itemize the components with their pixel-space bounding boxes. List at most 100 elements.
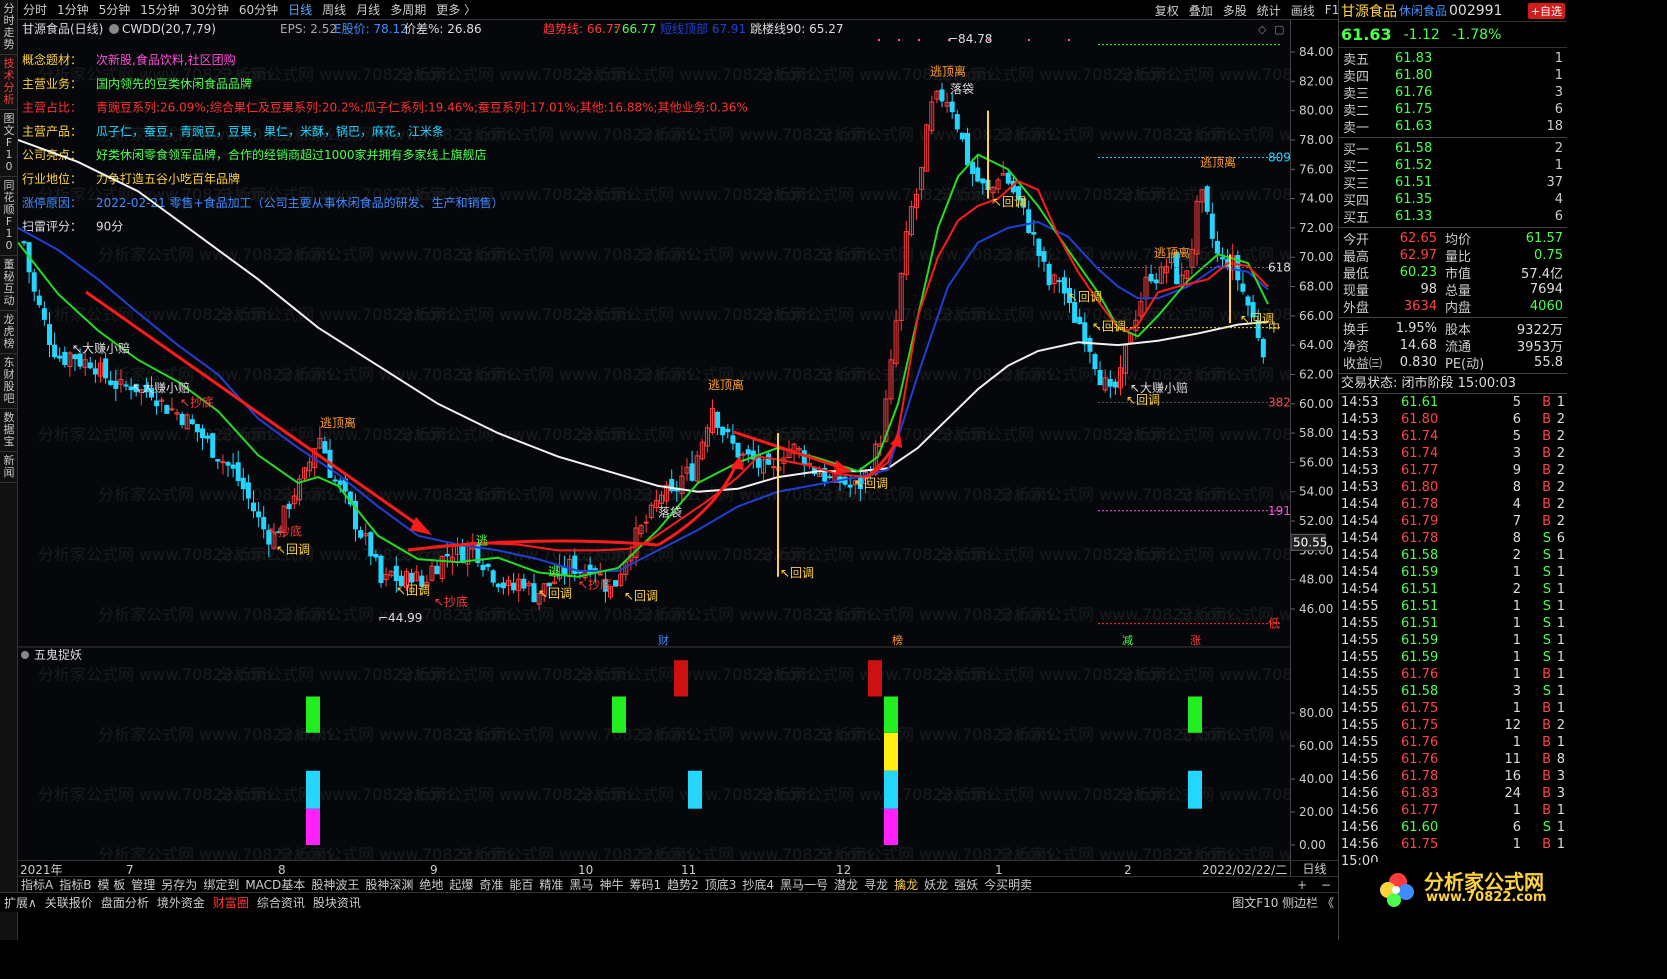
bottom-bar-item[interactable]: 财富圈 <box>213 894 249 911</box>
indicator-tab[interactable]: 模 板 <box>97 876 125 893</box>
indicator-tab[interactable]: 神牛 <box>599 876 623 893</box>
tick-row: 14:55 61.59 1 S 1 <box>1339 649 1567 666</box>
date-label: 2021年 <box>20 863 63 877</box>
timeframe-tab[interactable]: 30分钟 <box>190 1 229 18</box>
indicator-tab[interactable]: 寻龙 <box>864 876 888 893</box>
tick-count: 2 <box>1556 718 1565 733</box>
tool-button[interactable]: 多股 <box>1223 2 1247 19</box>
indicator-tab[interactable]: 妖龙 <box>924 876 948 893</box>
timeframe-tab[interactable]: 分时 <box>23 1 47 18</box>
left-nav-item[interactable]: 图文F10 <box>0 110 18 177</box>
date-label: 8 <box>278 863 286 877</box>
tick-list[interactable]: 14:53 61.61 5 B 1 14:53 61.80 6 B 2 14:53 61.74 5 B 2 1… <box>1339 394 1567 853</box>
timeframe-tab[interactable]: 日线 <box>288 1 312 18</box>
timeframe-tab[interactable]: 15分钟 <box>140 1 179 18</box>
add-favorite-button[interactable]: +自选 <box>1527 2 1565 19</box>
left-nav-item[interactable]: 同花顺F10 <box>0 177 18 256</box>
indicator-tab[interactable]: 抄底4 <box>742 876 774 893</box>
price-diff-label: 价差%: 26.86 <box>404 22 482 36</box>
tick-row: 14:53 61.77 9 B 2 <box>1339 462 1567 479</box>
timeframe-tab[interactable]: 月线 <box>356 1 380 18</box>
stat-value: 3634 <box>1403 299 1437 314</box>
left-nav-item[interactable]: 分时走势 <box>0 0 18 55</box>
indicator-tab[interactable]: 股神深渊 <box>365 876 413 893</box>
signal-bar <box>674 660 688 697</box>
signal-bar <box>306 770 320 809</box>
tool-button[interactable]: 画线 <box>1291 2 1315 19</box>
timeframe-tab[interactable]: 60分钟 <box>239 1 278 18</box>
info-label: 概念题材： <box>22 52 82 67</box>
annotation-label: 落袋 <box>658 506 682 520</box>
tool-button[interactable]: 叠加 <box>1189 2 1213 19</box>
tick-side: B <box>1542 497 1551 512</box>
zoom-in-button[interactable]: + <box>1297 878 1307 892</box>
indicator-tab[interactable]: 筹码1 <box>629 876 661 893</box>
left-nav-item[interactable]: 新闻 <box>0 452 18 483</box>
indicator-tab[interactable]: 强妖 <box>954 876 978 893</box>
stat-row: 收益㈢ 0.830 PE(动) 55.8 <box>1339 354 1567 372</box>
left-nav-item[interactable]: 龙虎榜 <box>0 311 18 354</box>
stock-sector[interactable]: 休闲食品 <box>1399 2 1447 19</box>
indicator-tab[interactable]: 股神波王 <box>311 876 359 893</box>
tick-time: 14:55 <box>1341 718 1379 733</box>
timeframe-tab[interactable]: 周线 <box>322 1 346 18</box>
sidebar-toggle[interactable]: 图文F10 侧边栏 《 <box>1232 894 1334 911</box>
indicator-tab[interactable]: 另存为 <box>161 876 197 893</box>
tick-count: 1 <box>1556 684 1565 699</box>
bottom-bar-item[interactable]: 境外资金 <box>157 894 205 911</box>
candle <box>735 442 741 459</box>
indicator-tab[interactable]: 指标A <box>21 876 53 893</box>
kline-chart[interactable]: 分析家公式网 www.70822.com 分析家公式网 www.70822.com… <box>17 20 1592 864</box>
zoom-out-button[interactable]: − <box>1321 878 1331 892</box>
indicator-tab[interactable]: 能百 <box>509 876 533 893</box>
bottom-bar-item[interactable]: 综合资讯 <box>257 894 305 911</box>
indicator-tab[interactable]: 黑马一号 <box>780 876 828 893</box>
ask-book: 卖五 61.83 1 卖四 61.80 1 卖三 61.76 3 卖二 61.75 6 卖一 61.63 1… <box>1339 48 1567 138</box>
tick-count: 1 <box>1556 395 1565 410</box>
tick-time: 14:53 <box>1341 412 1379 427</box>
tick-count: 1 <box>1556 803 1565 818</box>
bottom-bar-item[interactable]: 股块资讯 <box>313 894 361 911</box>
indicator-tab[interactable]: 指标B <box>59 876 91 893</box>
tick-count: 1 <box>1556 582 1565 597</box>
bottom-bar-item[interactable]: 盘面分析 <box>101 894 149 911</box>
stat-value: 55.8 <box>1534 355 1563 370</box>
indicator-tabs: 指标A 指标B 模 板管理 另存为 绑定到 MACD基本 股神波王 股神深渊 绝地 起爆 奇准 能百精… <box>18 876 1338 892</box>
svg-text:分析家公式网 www.70822.com: 分析家公式网 www.70822.com <box>1178 485 1290 504</box>
timeframe-tab[interactable]: 更多 〉 <box>436 1 476 18</box>
price-tick: 80.00 <box>1299 104 1333 118</box>
indicator-tab[interactable]: 擒龙 <box>894 876 918 893</box>
tool-button[interactable]: 统计 <box>1257 2 1281 19</box>
price-change: -1.12 <box>1403 26 1440 43</box>
tick-row: 14:54 61.79 7 B 2 <box>1339 513 1567 530</box>
indicator-tab[interactable]: 黑马 <box>569 876 593 893</box>
chart-area[interactable]: 分析家公式网 www.70822.com 分析家公式网 www.70822.com… <box>17 20 1592 864</box>
left-nav-item[interactable]: 东财股吧 <box>0 354 18 409</box>
timeframe-tab[interactable]: 1分钟 <box>57 1 89 18</box>
stat-row: 换手 1.95% 股本 9322万 <box>1339 320 1567 338</box>
timeframe-tab[interactable]: 5分钟 <box>99 1 131 18</box>
tool-button[interactable]: 复权 <box>1155 2 1179 19</box>
indicator-tab[interactable]: 绝地 <box>419 876 443 893</box>
left-nav-item[interactable]: 董秘互动 <box>0 256 18 311</box>
indicator-tab[interactable]: 精准 <box>539 876 563 893</box>
bottom-bar-item[interactable]: 扩展∧ <box>4 894 37 911</box>
indicator-tab[interactable]: MACD基本 <box>245 876 305 893</box>
indicator-tab[interactable]: 今买明卖 <box>984 876 1032 893</box>
tick-time: 14:53 <box>1341 395 1379 410</box>
tick-side: S <box>1542 565 1551 580</box>
tick-row: 14:55 61.75 12 B 2 <box>1339 717 1567 734</box>
indicator-tab[interactable]: 管理 <box>131 876 155 893</box>
timeframe-tab[interactable]: 多周期 <box>390 1 426 18</box>
indicator-tab[interactable]: 顶底3 <box>705 876 737 893</box>
period-label[interactable]: 日线 <box>1290 860 1338 876</box>
indicator-tab[interactable]: 潜龙 <box>834 876 858 893</box>
indicator-tab[interactable]: 奇准 <box>479 876 503 893</box>
indicator-tab[interactable]: 绑定到 <box>203 876 239 893</box>
indicator-tab[interactable]: 趋势2 <box>667 876 699 893</box>
price-tick: 76.00 <box>1299 162 1333 176</box>
indicator-tab[interactable]: 起爆 <box>449 876 473 893</box>
left-nav-item[interactable]: 技术分析 <box>0 55 18 110</box>
bottom-bar-item[interactable]: 关联报价 <box>45 894 93 911</box>
left-nav-item[interactable]: 数据宝 <box>0 409 18 452</box>
